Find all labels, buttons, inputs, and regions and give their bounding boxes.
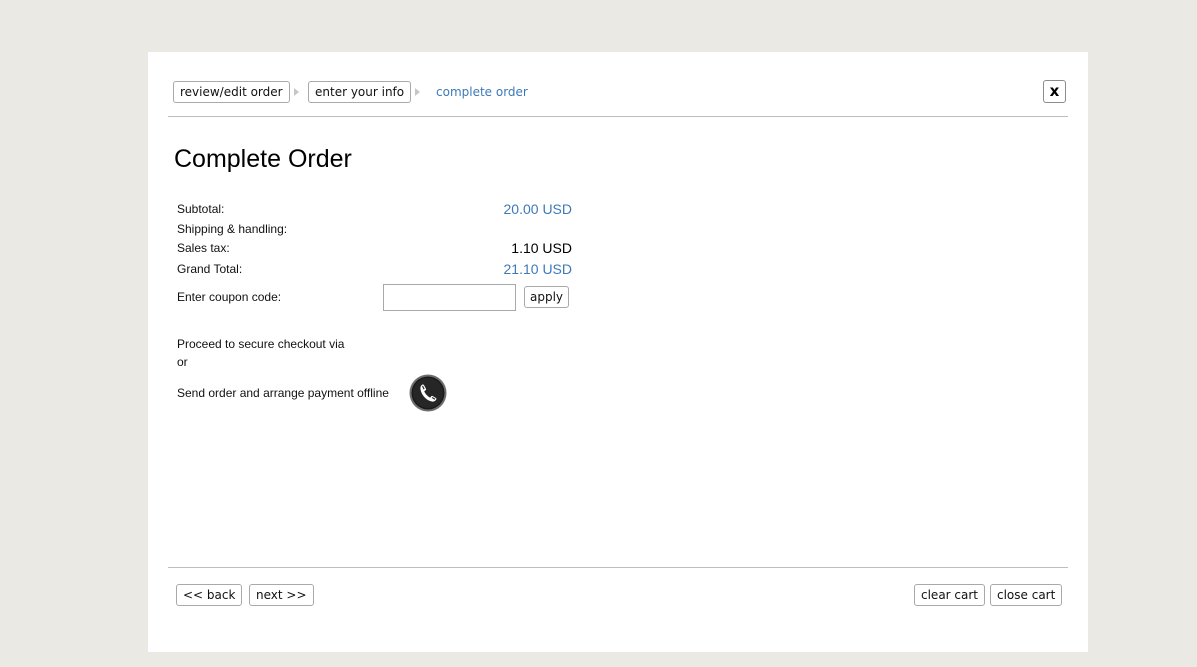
subtotal-label: Subtotal:: [177, 202, 225, 216]
close-cart-button[interactable]: close cart: [990, 584, 1063, 606]
close-icon: x: [1049, 82, 1060, 100]
send-order-offline-button[interactable]: [409, 374, 447, 412]
sales-tax-value: 1.10 USD: [511, 240, 572, 256]
shipping-label: Shipping & handling:: [177, 222, 288, 236]
footer-divider: [168, 567, 1068, 568]
step-review-edit-order-button[interactable]: review/edit order: [173, 81, 290, 103]
clear-cart-button[interactable]: clear cart: [914, 584, 986, 606]
back-button[interactable]: << back: [176, 584, 243, 606]
coupon-label: Enter coupon code:: [177, 290, 282, 304]
cart-panel: review/edit order enter your info comple…: [148, 52, 1088, 652]
subtotal-value: 20.00 USD: [503, 201, 572, 217]
sales-tax-label: Sales tax:: [177, 241, 230, 255]
apply-coupon-button[interactable]: apply: [524, 286, 570, 308]
grand-total-label: Grand Total:: [177, 262, 243, 276]
phone-icon: [409, 374, 447, 412]
coupon-code-input[interactable]: [383, 284, 516, 311]
close-button[interactable]: x: [1043, 80, 1066, 103]
grand-total-value: 21.10 USD: [503, 261, 572, 277]
or-text: or: [177, 355, 188, 369]
step-separator-arrow-icon: [415, 88, 420, 96]
step-separator-arrow-icon: [294, 88, 299, 96]
offline-payment-text: Send order and arrange payment offline: [177, 386, 389, 400]
page-title: Complete Order: [174, 145, 352, 173]
step-complete-order-current: complete order: [436, 85, 528, 99]
step-enter-your-info-button[interactable]: enter your info: [308, 81, 412, 103]
secure-checkout-text: Proceed to secure checkout via: [177, 337, 345, 351]
header-divider: [168, 116, 1068, 117]
next-button[interactable]: next >>: [249, 584, 314, 606]
